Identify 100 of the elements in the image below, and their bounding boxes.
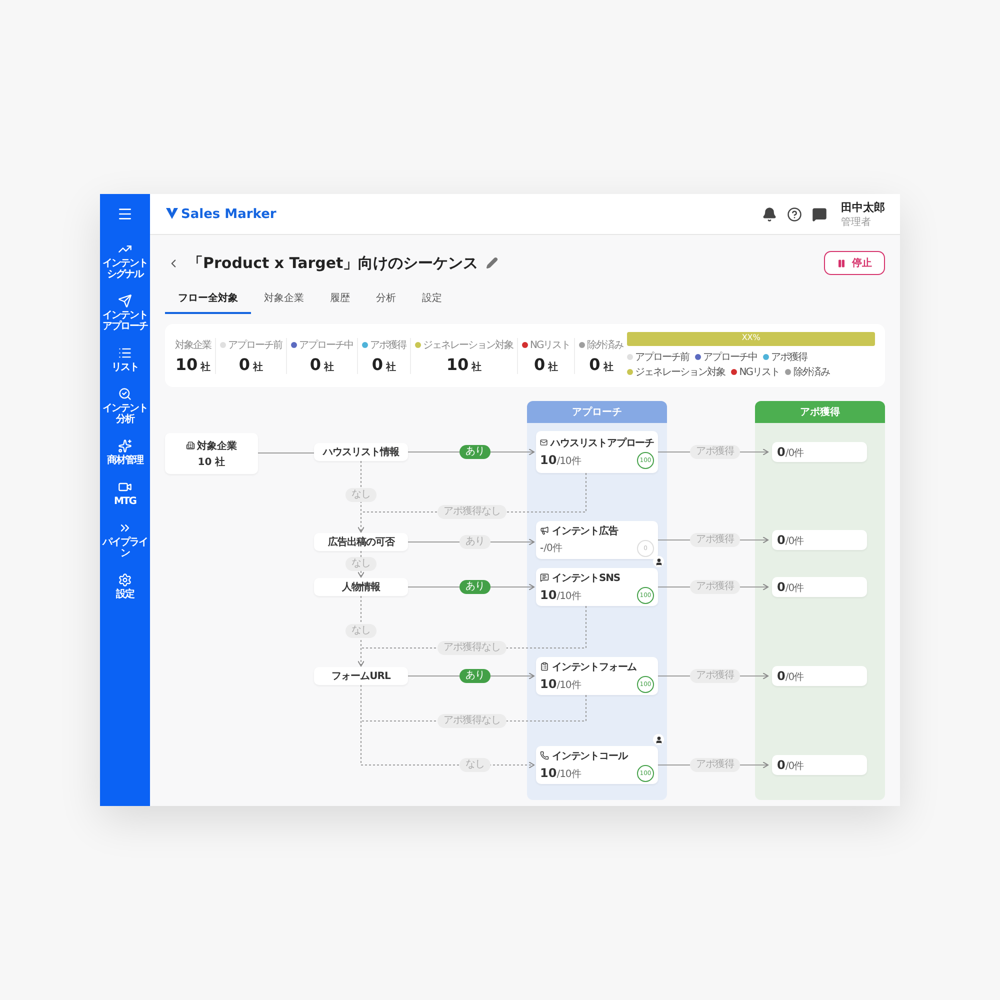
start-count: 10 社 xyxy=(198,456,226,468)
step-name: インテント広告 xyxy=(552,524,618,538)
stat-unit: 社 xyxy=(200,360,211,374)
tab[interactable]: フロー全対象 xyxy=(165,285,251,314)
stat-unit: 社 xyxy=(472,360,482,374)
step-name: インテントコール xyxy=(552,750,628,762)
pause-icon xyxy=(837,258,846,268)
stat-label: アプローチ前 xyxy=(228,338,282,352)
step-total: /10件 xyxy=(556,768,581,780)
condition-node: 人物情報 xyxy=(314,578,408,596)
stat-label: 除外済み xyxy=(587,338,624,352)
condition-node: ハウスリスト情報 xyxy=(314,443,408,461)
edit-icon[interactable] xyxy=(486,257,498,269)
result-total: /0件 xyxy=(785,534,804,548)
yes-pill: あり xyxy=(460,669,490,683)
search-check-icon[interactable] xyxy=(118,387,132,401)
no-appointment-pill: アポ獲得なし xyxy=(438,641,506,655)
tab[interactable]: 履歴 xyxy=(317,285,363,314)
result-total: /0件 xyxy=(785,760,804,772)
video-icon[interactable] xyxy=(118,480,132,494)
user-role: 管理者 xyxy=(841,216,872,228)
message-icon xyxy=(540,573,549,582)
step-total: /10件 xyxy=(556,678,581,692)
stat-unit: 社 xyxy=(548,360,558,374)
result-count: 0 xyxy=(777,580,786,594)
sidebar-item[interactable]: 商材管理 xyxy=(100,455,150,466)
progress-label: XX% xyxy=(742,333,760,342)
result-total: /0件 xyxy=(785,446,804,460)
no-pill: なし xyxy=(346,624,376,638)
stat-label: アポ獲得 xyxy=(370,338,406,352)
condition-node: 広告出稿の可否 xyxy=(314,533,408,551)
help-icon[interactable] xyxy=(787,206,802,222)
tab[interactable]: 設定 xyxy=(409,285,455,314)
user-name: 田中太郎 xyxy=(841,200,885,214)
stat-unit: 社 xyxy=(603,360,614,374)
yes-pill: あり xyxy=(460,535,490,549)
stat-unit: 社 xyxy=(324,360,334,374)
legend-label: アプローチ前 xyxy=(635,350,690,364)
settings-icon[interactable] xyxy=(118,573,132,587)
legend-label: アプローチ中 xyxy=(703,350,758,364)
menu-icon[interactable] xyxy=(117,206,133,222)
step-total: /10件 xyxy=(556,454,581,468)
step-count: 10 xyxy=(540,588,557,602)
sidebar-item[interactable]: パイプライン xyxy=(100,537,150,559)
start-label: 対象企業 xyxy=(197,439,237,452)
result-total: /0件 xyxy=(785,582,804,594)
sidebar-item[interactable]: インテントシグナル xyxy=(100,258,150,280)
no-pill: なし xyxy=(346,488,376,502)
bell-icon[interactable] xyxy=(762,206,777,222)
sidebar-item[interactable]: インテントアプローチ xyxy=(100,310,150,332)
stat-value: 0 xyxy=(310,354,322,374)
result-count: 0 xyxy=(777,532,786,546)
yes-pill: あり xyxy=(460,580,490,594)
legend-label: ジェネレーション対象 xyxy=(635,366,726,379)
column-header: アプローチ xyxy=(527,401,667,423)
stat-value: 10 xyxy=(446,354,469,374)
sidebar-item[interactable]: インテント分析 xyxy=(100,403,150,425)
appointment-pill: アポ獲得 xyxy=(690,580,740,594)
step-total: /0件 xyxy=(544,542,562,555)
clipboard-icon xyxy=(540,662,549,671)
stop-button[interactable]: 停止 xyxy=(824,251,885,275)
phone-icon xyxy=(540,751,549,760)
megaphone-icon xyxy=(540,526,549,535)
no-pill: なし xyxy=(460,758,490,772)
step-count: 10 xyxy=(540,766,557,780)
stat-unit: 社 xyxy=(386,360,396,374)
tab[interactable]: 対象企業 xyxy=(251,285,317,314)
sidebar-item[interactable]: MTG xyxy=(100,496,150,507)
chat-icon[interactable] xyxy=(812,206,827,222)
appointment-pill: アポ獲得 xyxy=(690,445,740,459)
legend-label: 除外済み xyxy=(793,366,830,379)
stat-value: 0 xyxy=(372,354,384,374)
stat-label: アプローチ中 xyxy=(299,338,353,352)
column-header: アポ獲得 xyxy=(755,401,885,423)
sparkles-icon[interactable] xyxy=(118,439,132,453)
stat-label: ジェネレーション対象 xyxy=(423,338,513,352)
step-name: ハウスリストアプローチ xyxy=(550,436,654,450)
legend-label: NGリスト xyxy=(739,366,780,379)
send-icon[interactable] xyxy=(118,294,132,308)
step-name: インテントフォーム xyxy=(552,660,637,674)
tab[interactable]: 分析 xyxy=(363,285,409,314)
appointment-pill: アポ獲得 xyxy=(690,533,740,547)
mail-icon xyxy=(540,438,548,447)
sidebar-item[interactable]: リスト xyxy=(100,362,150,373)
appointment-pill: アポ獲得 xyxy=(690,758,740,772)
yes-pill: あり xyxy=(460,445,490,459)
logo: Sales Marker xyxy=(181,206,276,222)
stat-value: 10 xyxy=(175,354,198,374)
list-icon[interactable] xyxy=(118,346,132,360)
step-name: インテントSNS xyxy=(552,572,620,584)
building-icon xyxy=(186,441,195,450)
page-title: 「Product x Target」向けのシーケンス xyxy=(188,254,478,272)
sidebar-item[interactable]: 設定 xyxy=(100,589,150,600)
result-count: 0 xyxy=(777,668,786,682)
stat-unit: 社 xyxy=(253,360,264,374)
result-count: 0 xyxy=(777,758,786,772)
connector-line xyxy=(258,452,314,454)
no-appointment-pill: アポ獲得なし xyxy=(438,714,506,728)
stat-value: 0 xyxy=(589,354,600,374)
appointment-pill: アポ獲得 xyxy=(690,669,740,683)
